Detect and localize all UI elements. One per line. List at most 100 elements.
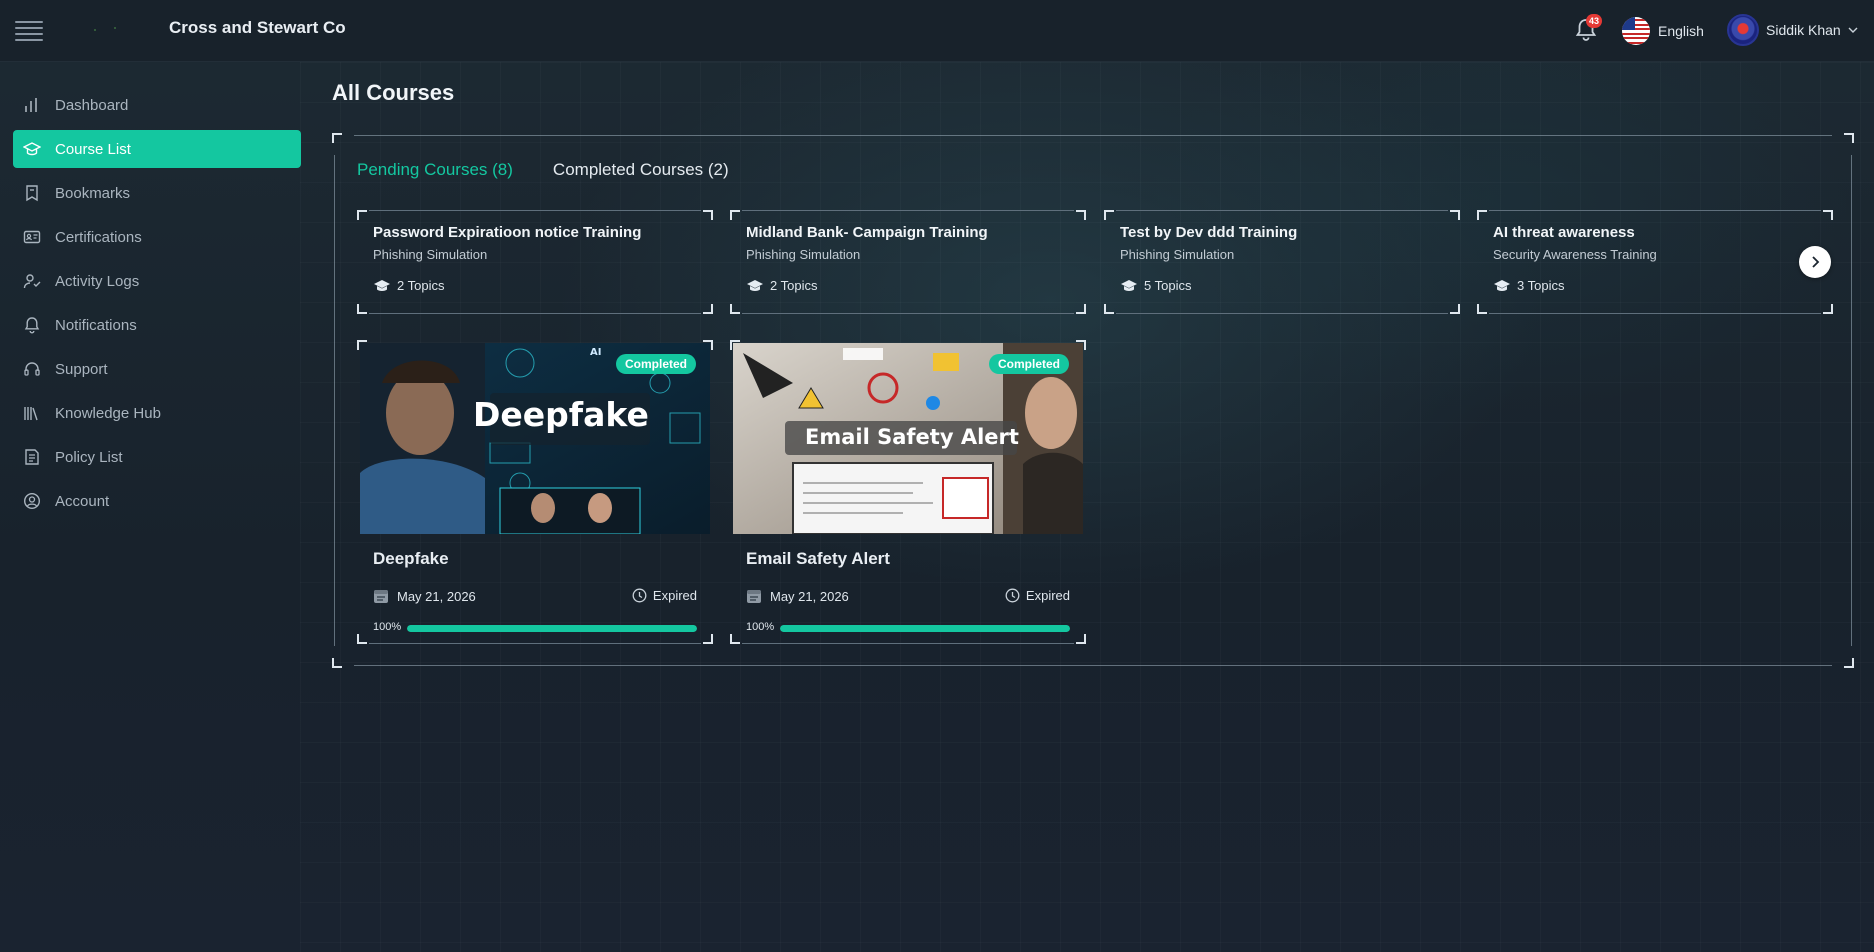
user-menu[interactable]: Siddik Khan [1727,14,1858,46]
document-list-icon [25,449,39,465]
course-type: Phishing Simulation [746,247,861,262]
sidebar: Dashboard Course List Bookmarks Certific… [0,62,312,952]
course-thumbnail-deepfake: AI Deepfake Completed [360,343,710,534]
sidebar-item-certifications[interactable]: Certifications [13,218,301,256]
tab-pending-courses[interactable]: Pending Courses (8) [357,160,513,180]
sidebar-item-label: Course List [55,140,131,158]
top-bar: Cross and Stewart Co 43 English Siddik K… [0,0,1874,62]
calendar-icon [374,590,388,603]
carousel-next-button[interactable] [1799,246,1831,278]
logo-icon [92,27,122,33]
course-status: Expired [632,588,697,603]
sidebar-item-label: Knowledge Hub [55,404,161,422]
graduation-cap-icon [23,142,41,156]
sidebar-item-policy-list[interactable]: Policy List [13,438,301,476]
user-activity-icon [23,274,41,289]
graduation-cap-icon [1494,279,1510,291]
company-name: Cross and Stewart Co [169,18,346,37]
topics-count: 2 Topics [397,278,445,293]
graduation-cap-icon [374,279,390,291]
menu-toggle-icon[interactable] [15,21,43,41]
status-text: Expired [1025,588,1070,603]
sidebar-item-knowledge-hub[interactable]: Knowledge Hub [13,394,301,432]
sidebar-item-label: Certifications [55,228,142,246]
thumb-title: Email Safety Alert [805,425,1019,449]
sidebar-item-label: Support [55,360,108,378]
user-name: Siddik Khan [1766,22,1841,38]
language-selector[interactable]: English [1622,16,1704,46]
course-title: Deepfake [373,549,449,568]
sidebar-item-activity-logs[interactable]: Activity Logs [13,262,301,300]
sidebar-item-label: Dashboard [55,96,129,114]
pending-course-card[interactable]: Password Expiratioon notice Training Phi… [357,210,713,314]
topics-count: 3 Topics [1517,278,1565,293]
sidebar-item-course-list[interactable]: Course List [13,130,301,168]
sidebar-item-label: Bookmarks [55,184,131,202]
sidebar-item-dashboard[interactable]: Dashboard [13,86,301,124]
sidebar-item-notifications[interactable]: Notifications [13,306,301,344]
clock-icon [632,588,647,603]
status-text: Expired [652,588,697,603]
user-circle-icon [23,492,41,510]
id-card-icon [23,230,41,244]
course-date: May 21, 2026 [373,588,476,604]
progress-label: 100% [373,621,402,633]
progress-label: 100% [746,621,775,633]
course-status: Expired [1005,588,1070,603]
sidebar-item-bookmarks[interactable]: Bookmarks [13,174,301,212]
sidebar-item-support[interactable]: Support [13,350,301,388]
avatar [1727,14,1759,46]
pending-course-card[interactable]: Midland Bank- Campaign Training Phishing… [730,210,1086,314]
course-title: AI threat awareness [1493,224,1635,241]
course-type: Phishing Simulation [1120,247,1235,262]
course-topics: 2 Topics [746,278,817,293]
clock-icon [1005,588,1020,603]
course-title: Midland Bank- Campaign Training [746,224,988,241]
language-label: English [1658,23,1704,39]
bar-chart-icon [25,98,37,112]
sidebar-item-label: Notifications [55,316,137,334]
sidebar-item-label: Activity Logs [55,272,140,290]
tab-completed-courses[interactable]: Completed Courses (2) [553,160,729,180]
pending-course-card[interactable]: AI threat awareness Security Awareness T… [1477,210,1833,314]
page-title: All Courses [332,80,455,105]
notification-count-badge: 43 [1586,14,1603,28]
calendar-icon [747,590,761,603]
progress-bar [407,625,697,632]
completed-course-card[interactable]: AI Deepfake Completed Deepfake May 21, 2… [357,340,713,644]
thumb-title: Deepfake [473,395,649,434]
progress-bar [780,625,1070,632]
sidebar-item-account[interactable]: Account [13,482,301,520]
books-icon [24,407,38,421]
completed-badge: Completed [988,354,1069,374]
bookmark-icon [26,185,38,202]
course-topics: 5 Topics [1120,278,1191,293]
headset-icon [24,362,40,376]
course-title: Password Expiratioon notice Training [373,224,642,241]
sidebar-item-label: Policy List [55,448,123,466]
us-flag-icon [1622,17,1650,45]
course-title: Test by Dev ddd Training [1120,224,1298,241]
course-date: May 21, 2026 [746,588,849,604]
bell-icon [24,317,40,334]
date-text: May 21, 2026 [770,588,849,604]
completed-course-card[interactable]: Email Safety Alert Completed Email Safet… [730,340,1086,644]
graduation-cap-icon [747,279,763,291]
course-type: Phishing Simulation [373,247,488,262]
course-title: Email Safety Alert [746,549,890,568]
date-text: May 21, 2026 [397,588,476,604]
course-topics: 2 Topics [373,278,444,293]
chevron-down-icon [1848,27,1858,33]
thumb-tag: AI [590,347,601,358]
course-thumbnail-email-safety: Email Safety Alert Completed [733,343,1083,534]
sidebar-item-label: Account [55,492,110,510]
course-topics: 3 Topics [1493,278,1564,293]
topics-count: 5 Topics [1144,278,1192,293]
course-tabs: Pending Courses (8) Completed Courses (2… [357,160,729,180]
pending-course-card[interactable]: Test by Dev ddd Training Phishing Simula… [1104,210,1460,314]
completed-badge: Completed [615,354,696,374]
topics-count: 2 Topics [770,278,818,293]
chevron-right-icon [1812,256,1820,268]
graduation-cap-icon [1121,279,1137,291]
course-type: Security Awareness Training [1493,247,1657,262]
